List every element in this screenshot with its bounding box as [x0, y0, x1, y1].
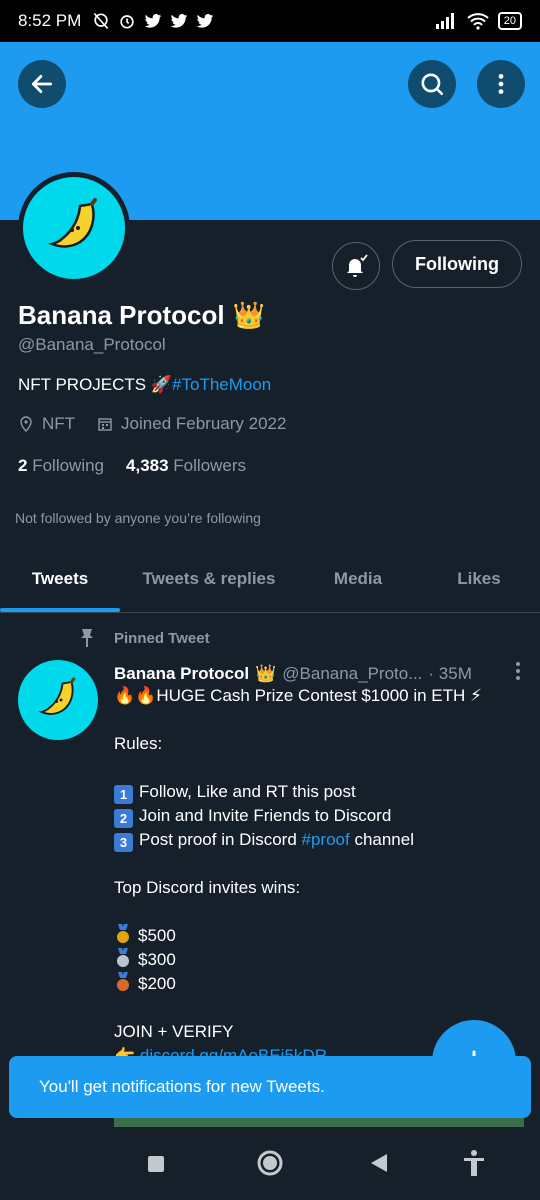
home-circle-icon	[257, 1150, 283, 1176]
alarm-off-icon	[94, 12, 109, 30]
keycap-three: 3	[114, 833, 133, 852]
banana-avatar-image	[23, 177, 125, 279]
tweet-top-invites: Top Discord invites wins:	[114, 878, 301, 897]
accessibility-button[interactable]	[462, 1150, 486, 1176]
following-label: Following	[32, 456, 105, 475]
gold-medal-icon	[117, 924, 129, 943]
prize-first-amount: $500	[138, 926, 176, 945]
silver-medal-icon	[117, 948, 129, 967]
status-notification-icons	[91, 11, 215, 31]
prize-second-amount: $300	[138, 950, 176, 969]
bio-text: NFT PROJECTS 🚀	[18, 375, 173, 394]
tab-tweets[interactable]: Tweets	[0, 545, 120, 612]
followers-count-link[interactable]: 4,383 Followers	[126, 456, 246, 476]
system-navigation-bar	[0, 1128, 540, 1200]
home-button[interactable]	[256, 1149, 284, 1177]
more-options-button[interactable]	[477, 60, 525, 108]
status-bar: 8:52 PM 20	[0, 0, 540, 42]
tweet-rule-3: 3 Post proof in Discord #proof channel	[114, 828, 524, 852]
following-count-link[interactable]: 2 Following	[18, 456, 104, 476]
tweet-more-button[interactable]	[512, 660, 524, 687]
tweet-author-avatar[interactable]	[18, 660, 98, 740]
profile-joined-date: Joined February 2022	[121, 414, 287, 433]
arrow-left-icon	[31, 75, 53, 93]
proof-hashtag-link[interactable]: #proof	[302, 830, 350, 849]
search-button[interactable]	[408, 60, 456, 108]
tweet-rule-2-text: Join and Invite Friends to Discord	[139, 806, 392, 825]
tweet-rule-1: 1 Follow, Like and RT this post	[114, 780, 524, 804]
tweet-author-handle[interactable]: @Banana_Proto...	[282, 664, 422, 684]
pin-icon	[81, 629, 93, 647]
location-pin-icon	[20, 416, 32, 432]
keycap-two: 2	[114, 809, 133, 828]
tweet-rule-1-text: Follow, Like and RT this post	[139, 782, 356, 801]
pinned-tweet-text: Pinned Tweet	[114, 629, 210, 647]
tab-media[interactable]: Media	[298, 545, 418, 612]
back-button[interactable]	[18, 60, 66, 108]
alarm-icon	[120, 15, 134, 29]
toast-text: You'll get notifications for new Tweets.	[39, 1077, 325, 1096]
profile-meta: NFT Joined February 2022	[18, 414, 286, 434]
profile-name: Banana Protocol	[18, 300, 225, 330]
twitter-bird-icon	[144, 13, 162, 28]
status-time: 8:52 PM	[18, 11, 82, 30]
status-system-icons: 20	[434, 11, 522, 31]
tweet-body[interactable]: 🔥🔥HUGE Cash Prize Contest $1000 in ETH ⚡…	[114, 684, 524, 1058]
tweet-rule-3-suffix: channel	[349, 830, 414, 849]
accessibility-icon	[464, 1150, 484, 1176]
following-count: 2	[18, 456, 28, 475]
pinned-tweet-label: Pinned Tweet	[78, 628, 210, 648]
profile-location: NFT	[42, 414, 76, 433]
not-followed-note: Not followed by anyone you’re following	[15, 510, 261, 526]
prize-third: $200	[114, 972, 524, 996]
profile-name-row: Banana Protocol 👑	[18, 300, 265, 331]
notifications-bell-button[interactable]	[332, 242, 380, 290]
follow-counts: 2 Following 4,383 Followers	[18, 456, 246, 476]
triangle-back-icon	[371, 1154, 387, 1172]
tweet-header: Banana Protocol 👑 @Banana_Proto... · 35M	[114, 660, 524, 687]
tweet-rules-label: Rules:	[114, 734, 163, 753]
tweet-author-name[interactable]: Banana Protocol	[114, 664, 249, 684]
search-icon	[421, 73, 444, 96]
tab-tweets-and-replies[interactable]: Tweets & replies	[120, 545, 298, 612]
profile-handle: @Banana_Protocol	[18, 335, 166, 354]
signal-icon	[435, 13, 454, 29]
calendar-icon	[98, 418, 112, 431]
following-button[interactable]: Following	[392, 240, 522, 288]
bell-check-icon	[347, 254, 368, 277]
back-nav-button[interactable]	[368, 1152, 390, 1174]
tweet-author-crown: 👑	[255, 663, 277, 683]
square-icon	[148, 1156, 164, 1172]
battery-indicator: 20	[497, 12, 522, 30]
profile-tabs: Tweets Tweets & replies Media Likes	[0, 545, 540, 613]
tweet-headline: 🔥🔥HUGE Cash Prize Contest $1000 in ETH ⚡	[114, 686, 482, 705]
profile-avatar[interactable]	[18, 172, 130, 284]
crown-emoji: 👑	[232, 300, 265, 330]
more-vertical-icon	[498, 74, 504, 94]
tweet-timestamp: · 35M	[428, 663, 472, 683]
profile-bio: NFT PROJECTS 🚀#ToTheMoon	[18, 375, 271, 395]
wifi-icon	[467, 13, 489, 30]
notification-toast[interactable]: You'll get notifications for new Tweets.	[9, 1056, 531, 1118]
followers-label: Followers	[173, 456, 247, 475]
banana-icon	[47, 198, 97, 248]
twitter-bird-icon	[170, 13, 188, 28]
keycap-one: 1	[114, 785, 133, 804]
more-vertical-icon	[516, 662, 520, 680]
prize-third-amount: $200	[138, 974, 176, 993]
tweet-rule-3-text: Post proof in Discord	[139, 830, 302, 849]
followers-count: 4,383	[126, 456, 169, 475]
twitter-bird-icon	[196, 13, 214, 28]
prize-second: $300	[114, 948, 524, 972]
prize-first: $500	[114, 924, 524, 948]
bio-hashtag-link[interactable]: #ToTheMoon	[172, 375, 271, 394]
recent-apps-button[interactable]	[146, 1154, 166, 1174]
tweet-rule-2: 2 Join and Invite Friends to Discord	[114, 804, 524, 828]
banana-icon	[38, 677, 76, 715]
bronze-medal-icon	[117, 972, 129, 991]
tab-likes[interactable]: Likes	[418, 545, 540, 612]
